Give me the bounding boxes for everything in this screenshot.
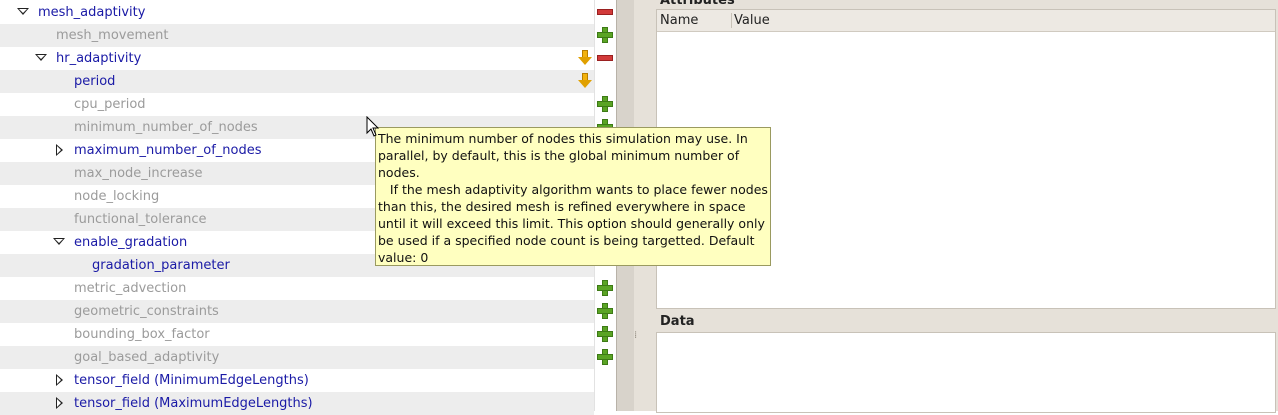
- tree-row-geometric-constraints[interactable]: geometric_constraints: [0, 300, 594, 323]
- tree-row-label: hr_adaptivity: [56, 51, 142, 66]
- plus-icon[interactable]: [597, 303, 613, 319]
- tree-row-hr-adaptivity[interactable]: hr_adaptivity: [0, 47, 594, 70]
- tree-row-label: metric_advection: [74, 281, 187, 296]
- tree-row-metric-advection[interactable]: metric_advection: [0, 277, 594, 300]
- tree-row-label: period: [74, 74, 116, 89]
- tree-row-label: bounding_box_factor: [74, 327, 210, 342]
- arrow-down-icon[interactable]: [578, 50, 592, 65]
- tree-row-label: goal_based_adaptivity: [74, 350, 220, 365]
- expand-arrow-icon[interactable]: [56, 144, 63, 156]
- collapse-arrow-icon[interactable]: [53, 238, 65, 245]
- expand-arrow-icon[interactable]: [56, 374, 63, 386]
- tree-row-tensor-field-maximumedgelengths[interactable]: tensor_field (MaximumEdgeLengths): [0, 392, 594, 415]
- tree-row-bounding-box-factor[interactable]: bounding_box_factor: [0, 323, 594, 346]
- tree-row-label: cpu_period: [74, 97, 146, 112]
- tree-row-label: functional_tolerance: [74, 212, 207, 227]
- tree-row-label: mesh_movement: [56, 28, 169, 43]
- data-title: Data: [660, 314, 695, 329]
- minus-icon[interactable]: [597, 9, 613, 15]
- tree-row-label: geometric_constraints: [74, 304, 219, 319]
- plus-icon[interactable]: [597, 326, 613, 342]
- collapse-arrow-icon[interactable]: [17, 8, 29, 15]
- tree-row-label: tensor_field (MaximumEdgeLengths): [74, 396, 313, 411]
- tree-row-period[interactable]: period: [0, 70, 594, 93]
- tree-row-tensor-field-minimumedgelengths[interactable]: tensor_field (MinimumEdgeLengths): [0, 369, 594, 392]
- tree-row-label: minimum_number_of_nodes: [74, 120, 258, 135]
- minus-icon[interactable]: [597, 55, 613, 61]
- attributes-value-column[interactable]: Value: [734, 13, 770, 28]
- plus-icon[interactable]: [597, 96, 613, 112]
- tree-row-cpu-period[interactable]: cpu_period: [0, 93, 594, 116]
- expand-arrow-icon[interactable]: [56, 397, 63, 409]
- tree-row-mesh-adaptivity[interactable]: mesh_adaptivity: [0, 1, 594, 24]
- tree-row-label: mesh_adaptivity: [38, 5, 146, 20]
- attributes-title: Attributes: [660, 0, 735, 8]
- plus-icon[interactable]: [597, 349, 613, 365]
- tree-row-label: tensor_field (MinimumEdgeLengths): [74, 373, 309, 388]
- panel-grip-icon[interactable]: ⁞: [634, 330, 637, 341]
- tree-row-label: maximum_number_of_nodes: [74, 143, 262, 158]
- tooltip: The minimum number of nodes this simulat…: [375, 127, 771, 266]
- data-editor[interactable]: [656, 332, 1276, 413]
- tree-row-label: enable_gradation: [74, 235, 188, 250]
- plus-icon[interactable]: [597, 280, 613, 296]
- tree-row-label: max_node_increase: [74, 166, 203, 181]
- arrow-down-icon[interactable]: [578, 73, 592, 88]
- tree-row-goal-based-adaptivity[interactable]: goal_based_adaptivity: [0, 346, 594, 369]
- attributes-header: Name Value: [657, 10, 1275, 32]
- tree-row-label: gradation_parameter: [92, 258, 230, 273]
- collapse-arrow-icon[interactable]: [35, 54, 47, 61]
- tree-row-label: node_locking: [74, 189, 160, 204]
- column-divider[interactable]: [731, 13, 732, 28]
- tree-row-mesh-movement[interactable]: mesh_movement: [0, 24, 594, 47]
- plus-icon[interactable]: [597, 27, 613, 43]
- attributes-name-column[interactable]: Name: [660, 13, 698, 28]
